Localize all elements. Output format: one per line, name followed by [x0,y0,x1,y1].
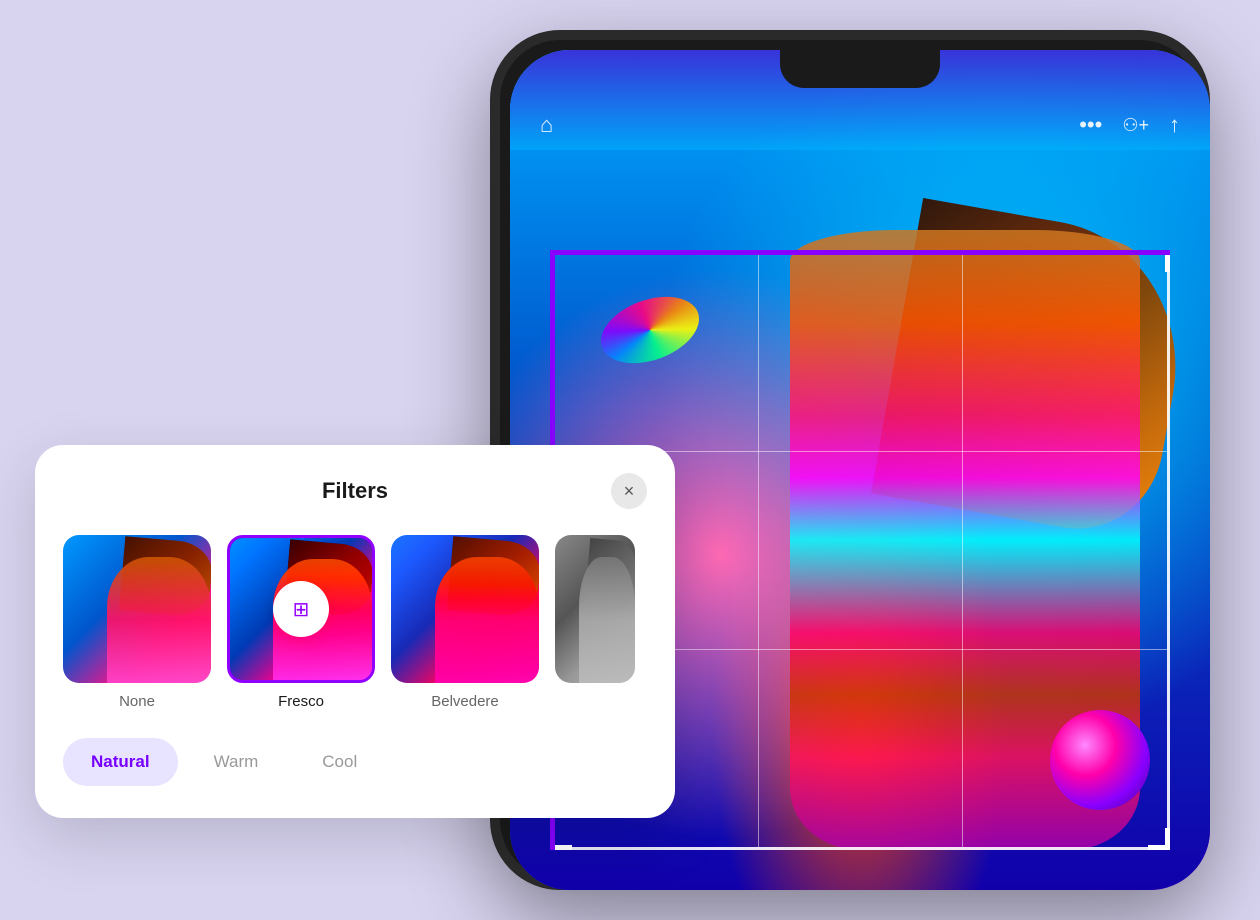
corner-br [1148,828,1170,850]
filter-item-belvedere[interactable]: Belvedere [391,535,539,710]
filter-active-indicator: ⊞ [273,581,329,637]
more-icon[interactable]: ••• [1079,112,1102,138]
filter-thumbnail-fresco: ⊞ [227,535,375,683]
thumb-person-none [107,557,211,683]
filter-item-fresco[interactable]: ⊞ Fresco [227,535,375,710]
filter-item-fourth[interactable] [555,535,635,710]
filters-header: Filters × [63,473,647,509]
tone-button-natural[interactable]: Natural [63,738,178,786]
thumb-person-belvedere [435,557,539,683]
tone-button-warm[interactable]: Warm [186,738,287,786]
phone-notch [780,50,940,88]
filter-label-belvedere: Belvedere [431,693,499,710]
filter-thumbnails-row: None ⊞ Fresco Belvedere [63,535,647,710]
nav-left-icons: ⌂ [540,112,553,138]
filter-thumbnail-belvedere [391,535,539,683]
filters-panel: Filters × None ⊞ Fresco [35,445,675,818]
filter-thumbnail-fourth [555,535,635,683]
filter-item-none[interactable]: None [63,535,211,710]
nav-right-icons: ••• ⚇+ ↑ [1079,112,1180,138]
filter-label-fresco: Fresco [278,693,324,710]
tone-selector: Natural Warm Cool [63,738,647,786]
tune-icon: ⊞ [293,597,310,622]
filters-title: Filters [99,478,611,504]
home-icon[interactable]: ⌂ [540,112,553,138]
close-button[interactable]: × [611,473,647,509]
share-icon[interactable]: ↑ [1169,112,1180,138]
filter-label-none: None [119,693,155,710]
add-friends-icon[interactable]: ⚇+ [1122,115,1149,136]
tone-button-cool[interactable]: Cool [294,738,385,786]
filter-thumbnail-none [63,535,211,683]
crop-top-border [550,250,1170,255]
close-icon: × [624,481,635,502]
thumb-person-fourth [579,557,635,683]
